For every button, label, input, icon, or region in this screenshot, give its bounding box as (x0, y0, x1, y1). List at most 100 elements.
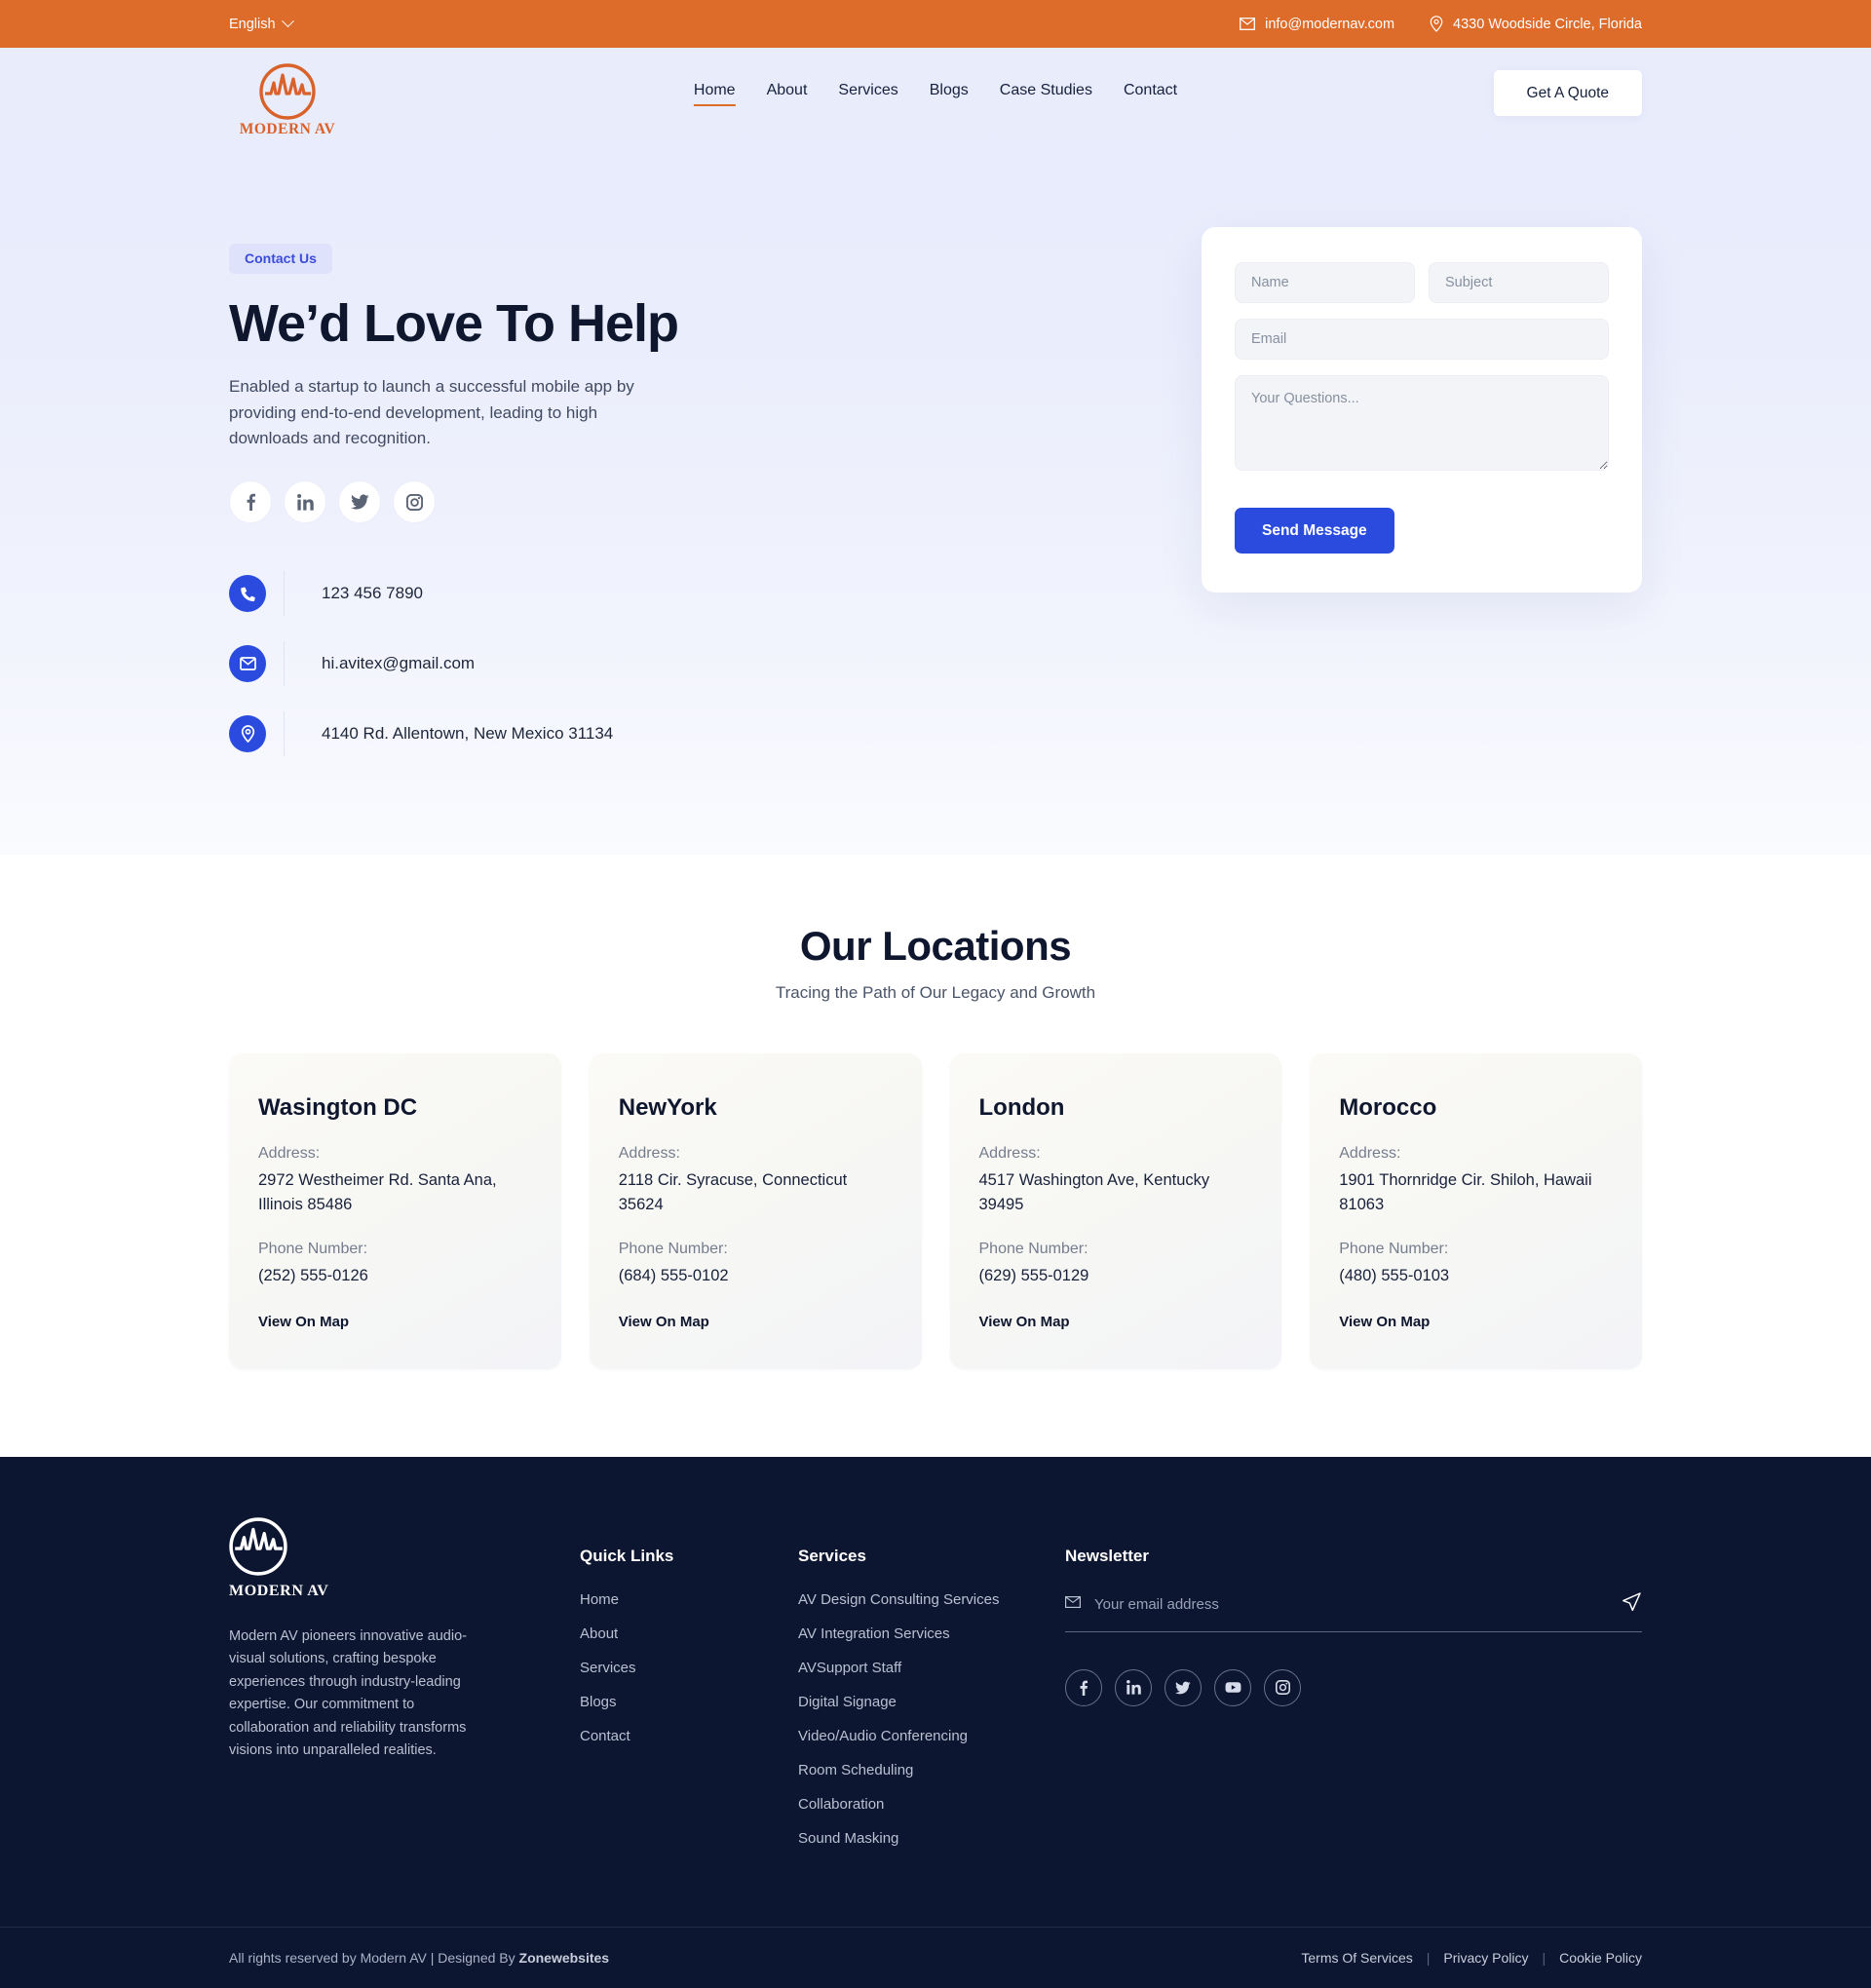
address-label: Address: (618, 1145, 680, 1163)
location-address: 2972 Westheimer Rd. Santa Ana, Illinois … (258, 1171, 497, 1214)
divider (284, 571, 285, 617)
facebook-icon[interactable] (1065, 1668, 1102, 1706)
address-label: Address: (978, 1145, 1041, 1163)
top-utility-bar: English info@modernav.com 4330 Woodside … (0, 0, 1871, 48)
location-city: Morocco (1339, 1094, 1437, 1122)
footer-link-about[interactable]: About (580, 1625, 798, 1642)
send-message-button[interactable]: Send Message (1235, 508, 1394, 554)
footer-link-home[interactable]: Home (580, 1591, 798, 1608)
footer-newsletter-column: Newsletter (1065, 1517, 1642, 1864)
contact-row-address[interactable]: 4140 Rd. Allentown, New Mexico 31134 (229, 707, 833, 761)
site-logo[interactable]: MODERN AV (229, 63, 346, 138)
contact-email-value: hi.avitex@gmail.com (322, 654, 476, 673)
youtube-icon[interactable] (1214, 1668, 1251, 1706)
footer-link-blogs[interactable]: Blogs (580, 1694, 798, 1710)
footer-about-text: Modern AV pioneers innovative audio-visu… (229, 1627, 467, 1759)
location-phone: (480) 555-0103 (1339, 1266, 1450, 1284)
footer-service-room-scheduling[interactable]: Room Scheduling (798, 1762, 1065, 1778)
view-on-map-link[interactable]: View On Map (1339, 1288, 1613, 1330)
footer-service-av-support-staff[interactable]: AVSupport Staff (798, 1660, 1065, 1676)
nav-item-about[interactable]: About (767, 82, 808, 104)
designer-link[interactable]: Zonewebsites (519, 1950, 610, 1966)
get-a-quote-button[interactable]: Get A Quote (1493, 70, 1642, 116)
language-selector[interactable]: English (229, 15, 294, 32)
location-card: Wasington DC Address: 2972 Westheimer Rd… (229, 1053, 561, 1369)
footer-service-video-audio-conferencing[interactable]: Video/Audio Conferencing (798, 1728, 1065, 1744)
topbar-email-text: info@modernav.com (1265, 16, 1395, 32)
hero-left-column: Contact Us We’d Love To Help Enabled a s… (229, 224, 833, 777)
instagram-icon[interactable] (393, 480, 436, 524)
instagram-icon[interactable] (1264, 1668, 1301, 1706)
newsletter-field (1065, 1591, 1642, 1632)
hero-description: Enabled a startup to launch a successful… (229, 377, 634, 448)
nav-item-services[interactable]: Services (838, 82, 897, 104)
name-input[interactable] (1235, 262, 1415, 303)
locations-section: Our Locations Tracing the Path of Our Le… (0, 855, 1871, 1457)
contact-address-value: 4140 Rd. Allentown, New Mexico 31134 (322, 724, 614, 744)
copyright-text: All rights reserved by Modern AV | Desig… (229, 1950, 609, 1966)
facebook-icon[interactable] (229, 480, 272, 524)
phone-icon (229, 575, 266, 613)
map-pin-icon (229, 715, 266, 753)
services-heading: Services (798, 1546, 866, 1565)
twitter-icon[interactable] (1165, 1668, 1202, 1706)
twitter-icon[interactable] (338, 480, 381, 524)
chevron-down-icon (281, 15, 294, 28)
location-address: 2118 Cir. Syracuse, Connecticut 35624 (618, 1171, 848, 1214)
footer-service-sound-masking[interactable]: Sound Masking (798, 1830, 1065, 1847)
location-card: Morocco Address: 1901 Thornridge Cir. Sh… (1310, 1053, 1642, 1369)
subject-input[interactable] (1429, 262, 1609, 303)
topbar-email[interactable]: info@modernav.com (1240, 17, 1394, 32)
contact-row-phone[interactable]: 123 456 7890 (229, 566, 833, 621)
quick-links-heading: Quick Links (580, 1546, 674, 1565)
view-on-map-link[interactable]: View On Map (979, 1288, 1253, 1330)
contact-details-list: 123 456 7890 hi.avitex@gmail.com 4140 Rd… (229, 566, 833, 761)
footer-services-column: Services AV Design Consulting Services A… (798, 1517, 1065, 1864)
privacy-policy-link[interactable]: Privacy Policy (1443, 1950, 1528, 1966)
nav-item-blogs[interactable]: Blogs (930, 82, 969, 104)
nav-item-case-studies[interactable]: Case Studies (1000, 82, 1092, 104)
footer-bottom-bar: All rights reserved by Modern AV | Desig… (0, 1926, 1871, 1988)
cookie-policy-link[interactable]: Cookie Policy (1559, 1950, 1642, 1966)
site-footer: MODERN AV Modern AV pioneers innovative … (0, 1456, 1871, 1988)
view-on-map-link[interactable]: View On Map (258, 1288, 532, 1330)
nav-item-contact[interactable]: Contact (1124, 82, 1177, 104)
footer-link-services[interactable]: Services (580, 1660, 798, 1676)
questions-textarea[interactable] (1235, 375, 1609, 471)
location-phone: (252) 555-0126 (258, 1266, 368, 1284)
logo-wave-circle-icon (259, 63, 316, 120)
paper-plane-icon[interactable] (1621, 1591, 1642, 1618)
footer-service-av-integration[interactable]: AV Integration Services (798, 1625, 1065, 1642)
newsletter-email-input[interactable] (1094, 1595, 1607, 1613)
topbar-address[interactable]: 4330 Woodside Circle, Florida (1430, 16, 1642, 32)
email-input[interactable] (1235, 319, 1609, 360)
phone-label: Phone Number: (978, 1240, 1088, 1257)
address-label: Address: (258, 1145, 321, 1163)
footer-service-collaboration[interactable]: Collaboration (798, 1796, 1065, 1813)
locations-subtitle: Tracing the Path of Our Legacy and Growt… (775, 983, 1096, 1003)
mail-icon (1240, 18, 1256, 30)
hero-social-links (229, 480, 833, 524)
logo-wave-circle-icon (229, 1516, 287, 1581)
location-phone: (684) 555-0102 (618, 1266, 729, 1284)
footer-link-contact[interactable]: Contact (580, 1728, 798, 1744)
terms-of-services-link[interactable]: Terms Of Services (1301, 1950, 1412, 1966)
locations-title: Our Locations (799, 923, 1072, 970)
location-phone: (629) 555-0129 (978, 1266, 1089, 1284)
linkedin-icon[interactable] (1115, 1668, 1152, 1706)
hero-content: Contact Us We’d Love To Help Enabled a s… (229, 138, 1642, 855)
location-city: Wasington DC (258, 1094, 418, 1122)
hero-section: MODERN AV Home About Services Blogs Case… (0, 48, 1871, 856)
location-card: NewYork Address: 2118 Cir. Syracuse, Con… (589, 1053, 922, 1369)
view-on-map-link[interactable]: View On Map (619, 1288, 893, 1330)
footer-service-av-design-consulting[interactable]: AV Design Consulting Services (798, 1591, 1065, 1608)
contact-row-email[interactable]: hi.avitex@gmail.com (229, 636, 833, 691)
linkedin-icon[interactable] (284, 480, 326, 524)
phone-label: Phone Number: (618, 1240, 728, 1257)
contact-form-card: Send Message (1202, 227, 1642, 593)
footer-social-links (1065, 1668, 1642, 1706)
footer-service-digital-signage[interactable]: Digital Signage (798, 1694, 1065, 1710)
nav-item-home[interactable]: Home (693, 82, 736, 106)
contact-phone-value: 123 456 7890 (322, 584, 423, 603)
topbar-address-text: 4330 Woodside Circle, Florida (1453, 16, 1642, 32)
